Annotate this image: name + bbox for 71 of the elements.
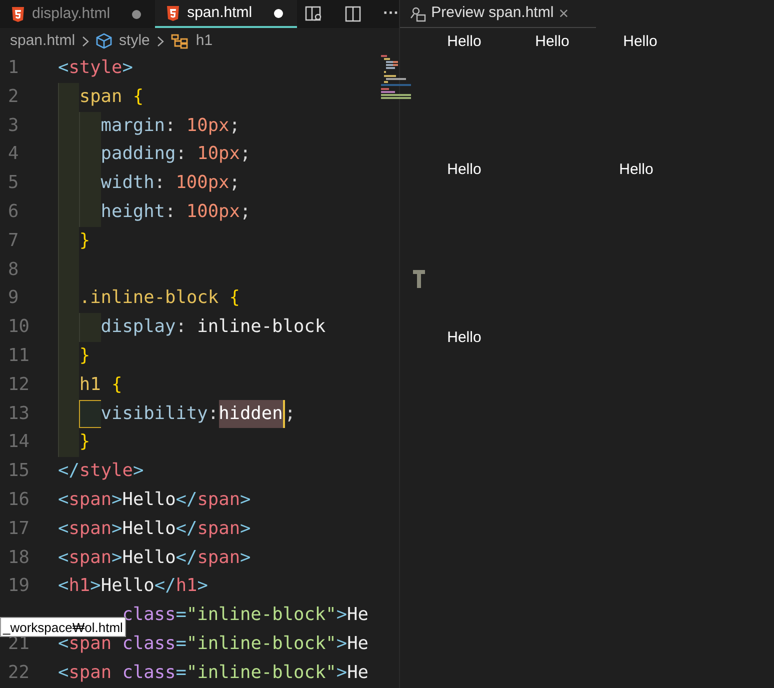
preview-text: Hello: [447, 160, 482, 180]
chevron-icon: [82, 36, 90, 46]
line-number: 15: [7, 459, 30, 484]
preview-text: Hello: [535, 32, 570, 52]
minimap-drawing: [381, 55, 411, 99]
breadcrumb-item[interactable]: style: [119, 30, 150, 52]
code-line: h1 {: [79, 372, 122, 397]
split-editor-icon[interactable]: [345, 6, 362, 22]
line-number: 16: [7, 488, 30, 512]
code-line: }: [79, 430, 90, 454]
line-number: 1: [7, 56, 20, 80]
indent-guide: [79, 313, 101, 342]
code-line: margin: 10px;: [100, 114, 240, 138]
close-button[interactable]: ×: [558, 0, 569, 26]
code-line: <h1>Hello</h1>: [58, 574, 208, 598]
line-number: 10: [7, 315, 30, 340]
code-line: height: 100px;: [100, 200, 251, 224]
indent-guide: [79, 198, 101, 227]
indent-guide: [58, 428, 80, 458]
line-number: 7: [7, 228, 20, 253]
line-number: 12: [7, 372, 30, 397]
preview-text: Hello: [619, 160, 654, 180]
preview-text: Hello: [447, 32, 482, 52]
breadcrumb-item[interactable]: span.html: [10, 30, 76, 52]
code-line: <span>Hello</span>: [58, 488, 251, 512]
line-number: 17: [7, 516, 30, 541]
code-line: </style>: [58, 459, 144, 484]
breadcrumb-item[interactable]: h1: [196, 30, 213, 52]
cube-icon: [96, 33, 112, 49]
tooltip: _workspace₩ol.html: [0, 617, 126, 637]
code-line: span {: [79, 84, 144, 109]
code-line: <span class="inline-block">He: [58, 660, 368, 685]
line-number: 3: [7, 114, 20, 138]
tab-label: Preview span.html: [431, 3, 554, 24]
line-number: 22: [7, 660, 30, 685]
structure-icon: [170, 33, 189, 49]
code-line: .inline-block {: [79, 286, 240, 310]
line-number: 13: [7, 402, 30, 426]
line-number: 11: [7, 344, 30, 368]
code-line: <style>: [58, 56, 133, 80]
code-line: <span>Hello</span>: [58, 516, 251, 541]
line-number: 18: [7, 546, 30, 570]
line-number: 19: [7, 574, 30, 598]
editor-tab[interactable]: display.html: [0, 0, 156, 28]
code-line: padding: 10px;: [100, 142, 251, 166]
html-file-icon: [167, 6, 180, 20]
code-line: visibility:hidden;: [100, 400, 296, 428]
code-line: display: inline-block: [100, 315, 326, 340]
preview-text: Hello: [447, 328, 482, 348]
code-line: }: [79, 228, 90, 253]
line-number: 14: [7, 430, 30, 454]
editor-tab[interactable]: span.html: [155, 0, 298, 28]
code-line: width: 100px;: [100, 171, 240, 196]
indent-guide: [58, 82, 80, 112]
preview-icon: [410, 6, 426, 22]
bracket-highlight: [79, 400, 101, 428]
line-number: 9: [7, 286, 20, 310]
more-actions-button[interactable]: ···: [383, 2, 400, 26]
line-number: 8: [7, 258, 20, 282]
text-cursor-icon: [412, 269, 426, 289]
line-number: 5: [7, 171, 20, 196]
preview-text: Hello: [623, 32, 658, 52]
line-number: 4: [7, 142, 20, 166]
html-file-icon: [12, 6, 24, 22]
chevron-icon: [156, 36, 164, 46]
line-number: 2: [7, 84, 20, 109]
code-line: }: [79, 344, 90, 368]
indent-guide: [79, 112, 101, 140]
open-preview-icon[interactable]: [305, 6, 324, 22]
code-line: <span>Hello</span>: [58, 546, 251, 570]
line-number: 6: [7, 200, 20, 224]
